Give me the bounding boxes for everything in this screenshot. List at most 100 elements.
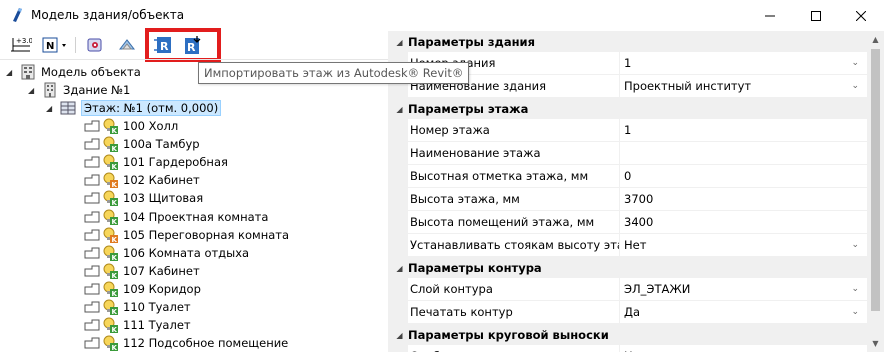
collapse-arrow-icon[interactable]: ◢ <box>391 264 408 273</box>
tree-node-room[interactable]: K 100 Холл <box>84 117 178 135</box>
tree-node-room[interactable]: K 107 Кабинет <box>84 262 200 280</box>
property-row[interactable]: Высота помещений этажа, мм 3400 <box>391 211 867 234</box>
tree-label: 105 Переговорная комната <box>123 227 290 242</box>
collapse-arrow-icon[interactable]: ◢ <box>46 104 56 113</box>
toolbar-separator <box>75 37 76 53</box>
tree-node-room[interactable]: K 104 Проектная комната <box>84 208 268 226</box>
chevron-down-icon[interactable]: ⌄ <box>851 240 859 250</box>
room-outline-icon <box>84 120 100 132</box>
property-value-field[interactable]: Нет⌄ <box>620 234 867 256</box>
scroll-up-icon[interactable]: ▲ <box>867 31 884 48</box>
floor-icon <box>60 101 76 115</box>
property-row[interactable]: Номер этажа 1 <box>391 119 867 142</box>
object-tree[interactable]: ◢ Модель объекта ◢ Здание №1 ◢ Этаж: №1 … <box>0 59 388 352</box>
maximize-icon <box>811 10 821 21</box>
property-value-field[interactable]: 3400 <box>620 211 867 233</box>
tree-node-root[interactable]: ◢ Модель объекта <box>6 63 141 81</box>
category-title: Параметры этажа <box>408 102 529 116</box>
chevron-down-icon[interactable]: ⌄ <box>851 58 859 68</box>
tree-node-room[interactable]: K 105 Переговорная комната <box>84 226 289 244</box>
tree-node-room[interactable]: K 110 Туалет <box>84 298 191 316</box>
tree-label: Модель объекта <box>41 65 141 79</box>
close-button[interactable] <box>838 0 884 31</box>
chevron-down-icon[interactable]: ⌄ <box>851 284 859 294</box>
property-name: Высота помещений этажа, мм <box>408 211 620 233</box>
room-outline-icon <box>84 174 100 186</box>
room-icons: K <box>84 281 118 297</box>
minimize-button[interactable] <box>747 0 793 31</box>
tree-node-room[interactable]: K 112 Подсобное помещение <box>84 334 288 352</box>
settings-button[interactable] <box>83 33 107 57</box>
room-lamp-icon: K <box>103 281 118 297</box>
maximize-button[interactable] <box>793 0 839 31</box>
property-category[interactable]: ◢ Параметры круговой выноски <box>391 325 867 345</box>
property-row[interactable]: Отображать круговую выноскуНет⌄ <box>391 345 867 352</box>
row-gutter <box>391 165 408 187</box>
numbering-label: N <box>46 41 54 52</box>
property-row[interactable]: Устанавливать стоякам высоту этаж... Нет ⌄ <box>391 234 867 257</box>
tree-node-room[interactable]: K 102 Кабинет <box>84 171 200 189</box>
property-row[interactable]: Наименование этажа <box>391 142 867 165</box>
row-gutter <box>391 234 408 256</box>
property-value-field[interactable]: Да ⌄ <box>620 301 867 323</box>
tree-node-room[interactable]: K 109 Коридор <box>84 280 201 298</box>
scroll-down-icon[interactable]: ▼ <box>867 335 884 352</box>
property-row[interactable]: Высота этажа, мм 3700 <box>391 188 867 211</box>
property-value-field[interactable]: Проектный институт ⌄ <box>620 75 867 97</box>
chevron-down-icon[interactable]: ⌄ <box>851 81 859 91</box>
collapse-arrow-icon[interactable]: ◢ <box>391 331 408 340</box>
room-outline-icon <box>84 319 100 331</box>
tree-node-room[interactable]: K 100а Тамбур <box>84 135 200 153</box>
view-3d-button[interactable] <box>115 33 139 57</box>
room-outline-icon <box>84 247 100 259</box>
tree-label: 101 Гардеробная <box>123 155 228 170</box>
property-row[interactable]: Высотная отметка этажа, мм 0 <box>391 165 867 188</box>
chevron-down-icon[interactable]: ⌄ <box>851 307 859 317</box>
room-badge-label: K <box>112 218 118 225</box>
tree-label: Здание №1 <box>63 83 131 97</box>
tree-node-room[interactable]: K 103 Щитовая <box>84 189 203 207</box>
tree-node-room[interactable]: K 106 Комната отдыха <box>84 244 249 262</box>
property-name: Номер этажа <box>408 119 620 141</box>
property-value-field[interactable]: Нет⌄ <box>620 345 867 352</box>
property-row[interactable]: Печатать контур Да ⌄ <box>391 301 867 324</box>
property-category[interactable]: ◢ Параметры здания <box>391 32 867 52</box>
collapse-arrow-icon[interactable]: ◢ <box>391 38 408 47</box>
property-category[interactable]: ◢ Параметры контура <box>391 258 867 278</box>
scroll-thumb[interactable] <box>871 49 880 311</box>
tree-label: 104 Проектная комната <box>123 209 269 224</box>
tree-label: 106 Комната отдыха <box>123 245 250 260</box>
collapse-arrow-icon[interactable]: ◢ <box>6 68 16 77</box>
tree-node-building[interactable]: ◢ Здание №1 <box>28 81 130 99</box>
numbering-button[interactable]: N <box>40 33 70 57</box>
scrollbar[interactable]: ▲ ▼ <box>867 31 884 352</box>
tree-node-room[interactable]: K 101 Гардеробная <box>84 153 228 171</box>
room-badge-label: K <box>112 344 118 351</box>
property-value-field[interactable] <box>620 142 867 164</box>
property-name: Устанавливать стоякам высоту этаж... <box>408 234 620 256</box>
property-value-field[interactable]: 3700 <box>620 188 867 210</box>
row-gutter <box>391 345 408 352</box>
room-icons: K <box>84 136 118 153</box>
building-icon <box>44 82 56 98</box>
property-row[interactable]: Слой контура ЭЛ_ЭТАЖИ ⌄ <box>391 278 867 301</box>
room-icons: K <box>84 245 118 261</box>
property-category[interactable]: ◢ Параметры этажа <box>391 99 867 119</box>
room-outline-icon <box>84 138 100 150</box>
collapse-arrow-icon[interactable]: ◢ <box>28 86 38 95</box>
row-gutter <box>391 211 408 233</box>
property-value-field[interactable]: 0 <box>620 165 867 187</box>
property-value-field[interactable]: ЭЛ_ЭТАЖИ ⌄ <box>620 278 867 300</box>
room-icons: K <box>84 172 118 189</box>
collapse-arrow-icon[interactable]: ◢ <box>391 105 408 114</box>
property-value-field[interactable]: 1 ⌄ <box>620 52 867 74</box>
room-icons: K <box>84 227 118 243</box>
room-icons: K <box>84 209 118 225</box>
tree-node-floor[interactable]: ◢ Этаж: №1 (отм. 0,000) <box>46 99 222 117</box>
property-name: Высотная отметка этажа, мм <box>408 165 620 187</box>
tree-node-room[interactable]: K 111 Туалет <box>84 316 191 334</box>
row-gutter <box>391 142 408 164</box>
property-value-field[interactable]: 1 <box>620 119 867 141</box>
elevation-button[interactable]: +3.0 <box>9 33 33 57</box>
room-lamp-icon: K <box>103 317 118 334</box>
